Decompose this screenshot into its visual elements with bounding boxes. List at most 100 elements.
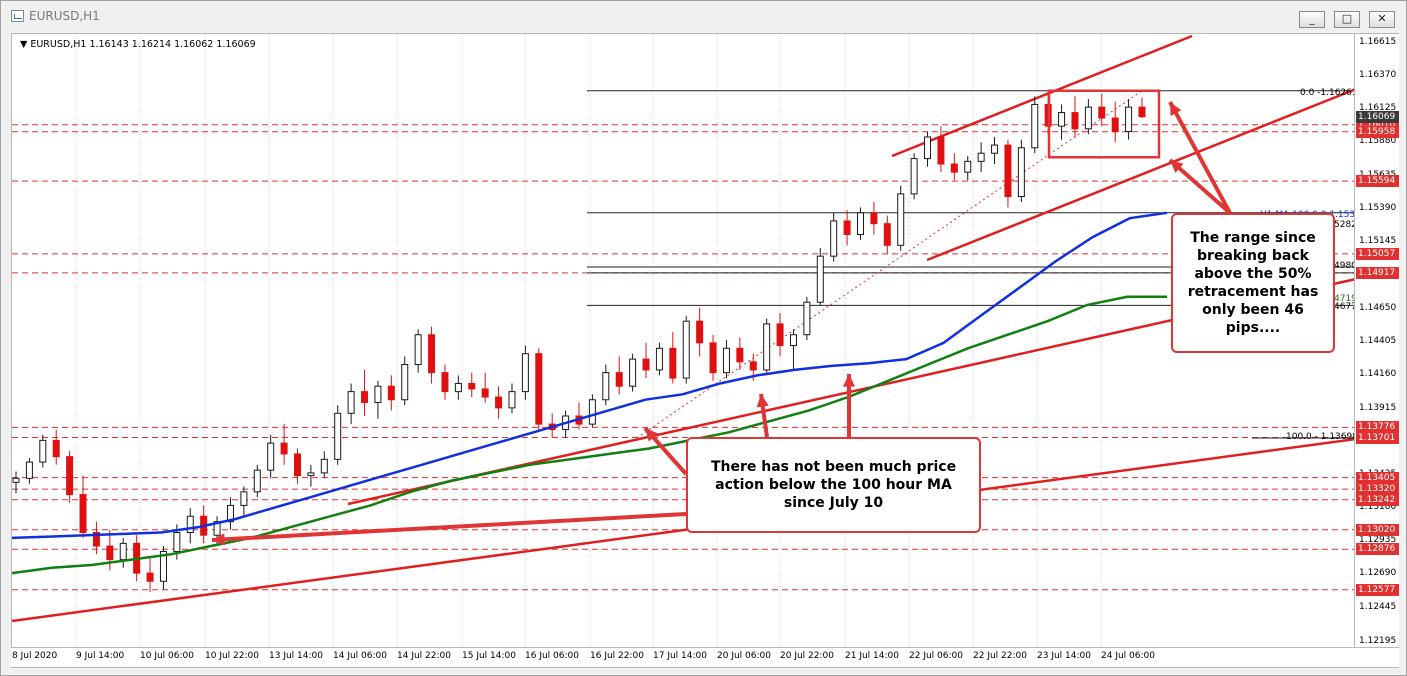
candle-body [897, 193, 905, 246]
candle-body [25, 461, 33, 479]
time-tick-label: 16 Jul 22:00 [590, 651, 644, 661]
price-level-label: 1.12876 [1356, 543, 1399, 556]
time-tick-label: 17 Jul 14:00 [653, 651, 707, 661]
candle-body [374, 385, 382, 403]
price-tick-label: 1.12445 [1359, 601, 1397, 612]
range-callout: The range since breaking back above the … [1171, 213, 1335, 353]
candle-body [682, 320, 690, 379]
candle-body [39, 439, 47, 463]
candle-body [1125, 106, 1133, 133]
candle-body [119, 542, 127, 561]
candle-body [642, 358, 650, 371]
time-tick-label: 22 Jul 22:00 [973, 651, 1027, 661]
candle-body [816, 255, 824, 303]
candle-body [454, 382, 462, 393]
candle-body [12, 477, 20, 483]
candle-body [1071, 112, 1079, 130]
candle-body [883, 223, 891, 246]
price-level-label: 1.15057 [1356, 247, 1399, 260]
arrow-support-july10 [211, 512, 687, 542]
candle-body [1111, 117, 1119, 133]
current-price-label: 1.16069 [1356, 110, 1399, 123]
price-level-label: 1.14917 [1356, 266, 1399, 279]
candle-body [615, 372, 623, 387]
restore-button[interactable]: □ [1334, 11, 1360, 28]
candle-body [106, 545, 114, 561]
time-tick-label: 20 Jul 22:00 [780, 651, 834, 661]
price-level-label: 1.13701 [1356, 431, 1399, 444]
title-bar: EURUSD,H1 _ □ ✕ [1, 1, 1406, 31]
symbol-name: EURUSD,H1 [30, 39, 87, 50]
price-scale[interactable]: 1.166151.163701.161251.158801.156351.153… [1355, 33, 1399, 648]
candle-body [347, 391, 355, 414]
candle-body [696, 320, 704, 344]
candle-body [146, 572, 154, 582]
candle-body [803, 301, 811, 336]
ma-callout: There has not been much price action bel… [686, 437, 981, 533]
fib-partial-label-1: 5282 [1334, 220, 1355, 230]
candle-body [361, 391, 369, 403]
candle-body [495, 396, 503, 409]
fib-partial-label-4: 4677 [1334, 302, 1355, 312]
candle-body [991, 144, 999, 154]
chart-canvas[interactable]: ▼ EURUSD,H1 1.16143 1.16214 1.16062 1.16… [11, 33, 1355, 648]
time-tick-label: 20 Jul 06:00 [717, 651, 771, 661]
candle-body [1098, 106, 1106, 119]
price-tick-label: 1.14405 [1359, 336, 1397, 347]
time-tick-label: 10 Jul 22:00 [205, 651, 259, 661]
close-button[interactable]: ✕ [1369, 11, 1395, 28]
time-tick-label: 10 Jul 06:00 [140, 651, 194, 661]
candle-body [267, 442, 275, 471]
fib-partial-label-2: 4980 [1334, 261, 1355, 271]
candle-body [937, 136, 945, 165]
chart-window: EURUSD,H1 _ □ ✕ ▼ EURUSD,H1 1.16143 1.16… [0, 0, 1407, 676]
time-tick-label: 23 Jul 14:00 [1037, 651, 1091, 661]
candle-body [428, 334, 436, 374]
channel-upper-line [891, 34, 1193, 158]
candle-body [843, 220, 851, 235]
candle-body [508, 391, 516, 409]
candle-body [186, 515, 194, 534]
candle-body [334, 412, 342, 460]
price-tick-label: 1.13915 [1359, 402, 1397, 413]
price-tick-label: 1.15880 [1359, 136, 1397, 147]
chart-plot [12, 34, 1354, 647]
candle-body [253, 469, 261, 493]
chart-window-icon [11, 10, 24, 22]
candle-body [481, 388, 489, 398]
symbol-header: ▼ EURUSD,H1 1.16143 1.16214 1.16062 1.16… [20, 39, 256, 50]
time-tick-label: 24 Jul 06:00 [1101, 651, 1155, 661]
time-tick-label: 22 Jul 06:00 [909, 651, 963, 661]
candle-body [468, 382, 476, 390]
candle-body [320, 458, 328, 474]
time-tick-label: 15 Jul 14:00 [462, 651, 516, 661]
time-tick-label: 8 Jul 2020 [12, 651, 58, 661]
candle-body [924, 136, 932, 160]
fib-top-label: 0.0 -1.16261 [1300, 88, 1355, 98]
candle-body [655, 347, 663, 371]
candle-body [1004, 144, 1012, 198]
time-scale[interactable]: 8 Jul 2020 9 Jul 14:00 10 Jul 06:00 10 Jul … [11, 648, 1399, 668]
candle-body [588, 399, 596, 425]
candle-body [709, 342, 717, 374]
price-tick-label: 1.12690 [1359, 568, 1397, 579]
candle-body [294, 453, 301, 477]
candle-body [441, 372, 449, 393]
price-level-label: 1.15594 [1356, 175, 1399, 188]
collapse-triangle-icon[interactable]: ▼ [20, 39, 27, 50]
candle-body [964, 160, 972, 173]
candle-body [280, 442, 288, 455]
candle-body [910, 158, 918, 195]
price-level-label: 1.12577 [1356, 583, 1399, 596]
time-tick-label: 9 Jul 14:00 [76, 651, 125, 661]
candle-body [1138, 106, 1146, 118]
candle-body [789, 334, 797, 347]
minimize-button[interactable]: _ [1299, 11, 1325, 28]
candle-body [521, 353, 529, 393]
price-level-label: 1.13405 [1356, 471, 1399, 484]
candle-body [240, 491, 248, 506]
candle-body [830, 220, 838, 257]
candle-body [173, 532, 181, 552]
price-tick-label: 1.16615 [1359, 36, 1397, 47]
candle-body [857, 212, 864, 235]
